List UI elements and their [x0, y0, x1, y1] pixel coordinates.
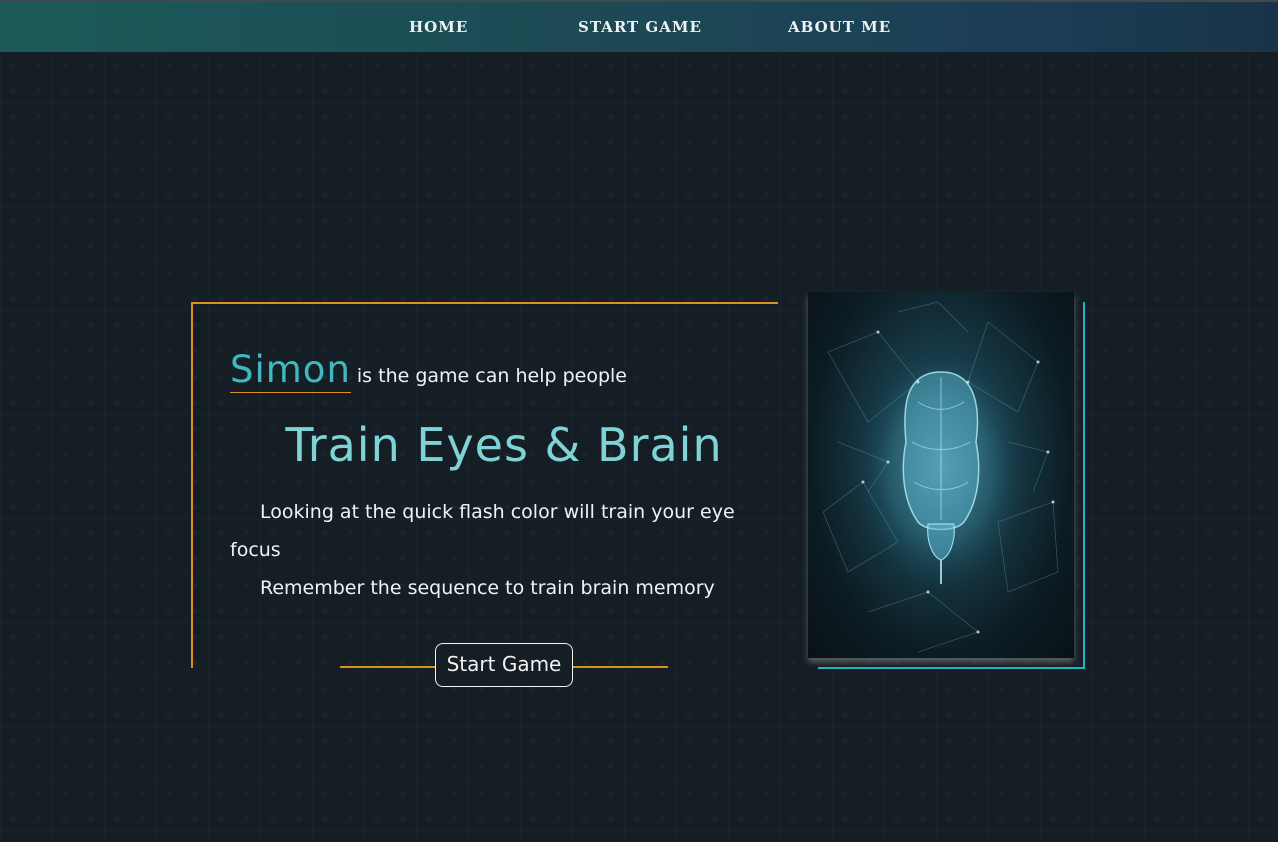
simon-title: Simon: [230, 348, 351, 393]
description: Looking at the quick flash color will tr…: [230, 493, 778, 607]
nav-about-me-link[interactable]: ABOUT ME: [788, 18, 891, 36]
description-brain-memory: Remember the sequence to train brain mem…: [260, 577, 715, 599]
description-eye-focus: Looking at the quick flash color will tr…: [230, 501, 735, 561]
top-navbar: HOME START GAME ABOUT ME: [0, 0, 1278, 52]
intro-line: Simon is the game can help people: [230, 348, 627, 393]
brain-hologram-icon: [822, 301, 1059, 653]
brain-hologram-image: [808, 292, 1074, 658]
nav-home-link[interactable]: HOME: [409, 18, 468, 36]
nav-start-game-link[interactable]: START GAME: [578, 18, 702, 36]
start-game-button[interactable]: Start Game: [435, 643, 573, 687]
intro-text: is the game can help people: [356, 365, 627, 387]
headline: Train Eyes & Brain: [285, 418, 723, 472]
